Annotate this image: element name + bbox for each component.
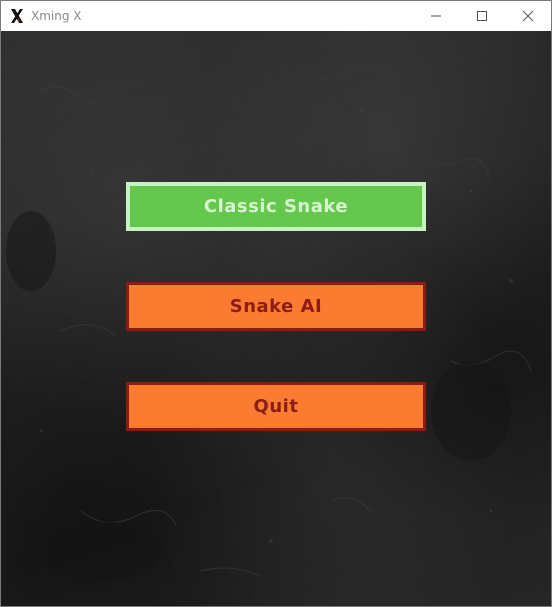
close-button[interactable]	[505, 1, 551, 31]
snake-ai-label: Snake AI	[229, 296, 323, 317]
classic-snake-button[interactable]: Classic Snake	[126, 182, 426, 231]
xming-x-icon	[9, 8, 25, 24]
game-canvas[interactable]: Classic Snake Snake AI Quit	[1, 31, 551, 606]
window-title: Xming X	[31, 9, 82, 23]
close-icon	[522, 10, 534, 22]
quit-label: Quit	[253, 396, 299, 417]
classic-snake-label: Classic Snake	[203, 196, 349, 217]
minimize-icon	[431, 15, 441, 17]
maximize-icon	[477, 11, 487, 21]
app-window: Xming X Classic Snake Snake AI Quit	[0, 0, 552, 607]
window-controls	[413, 1, 551, 31]
maximize-button[interactable]	[459, 1, 505, 31]
quit-button[interactable]: Quit	[126, 382, 426, 431]
snake-ai-button[interactable]: Snake AI	[126, 282, 426, 331]
minimize-button[interactable]	[413, 1, 459, 31]
title-bar[interactable]: Xming X	[1, 1, 551, 31]
